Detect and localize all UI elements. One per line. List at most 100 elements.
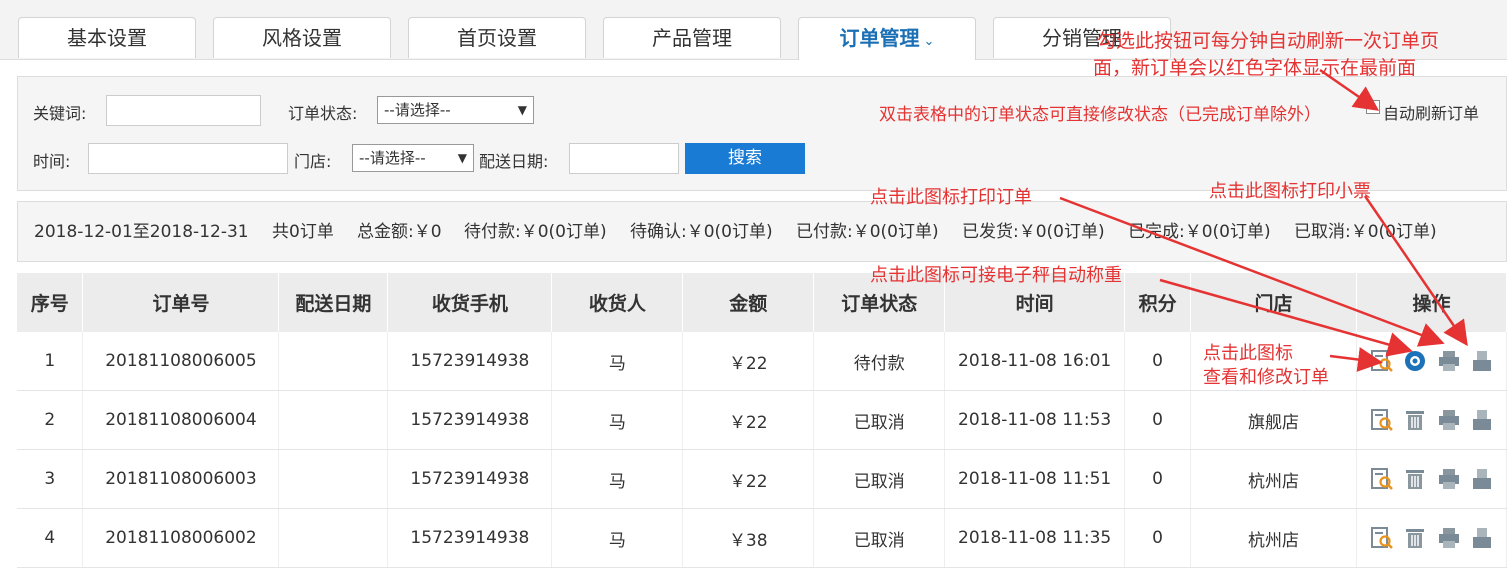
cell-status[interactable]: 已取消 bbox=[813, 449, 946, 509]
table-row[interactable]: 3 20181108006003 15723914938 马 ￥22 已取消 2… bbox=[17, 449, 1507, 509]
order-status-select[interactable]: --请选择-- ▼ bbox=[377, 96, 534, 124]
cell-time: 2018-11-08 11:53 bbox=[944, 390, 1126, 450]
tab-order-management[interactable]: 订单管理 ⌄ bbox=[798, 17, 976, 60]
view-edit-icon[interactable] bbox=[1370, 526, 1394, 550]
auto-refresh-checkbox[interactable] bbox=[1366, 100, 1380, 114]
print-ticket-icon[interactable] bbox=[1470, 408, 1494, 432]
cell-receiver: 马 bbox=[551, 332, 684, 391]
annotation-view-1: 点击此图标 bbox=[1203, 343, 1293, 364]
view-edit-icon[interactable] bbox=[1370, 467, 1394, 491]
view-edit-icon[interactable] bbox=[1370, 408, 1394, 432]
cell-time: 2018-11-08 11:35 bbox=[944, 508, 1126, 568]
cell-store: 杭州店 bbox=[1190, 449, 1357, 509]
cell-order-no: 20181108006002 bbox=[82, 508, 280, 568]
cell-receiver: 马 bbox=[551, 390, 684, 450]
cell-points: 0 bbox=[1124, 390, 1192, 450]
cell-time: 2018-11-08 11:51 bbox=[944, 449, 1126, 509]
keyword-label: 关键词: bbox=[33, 104, 87, 123]
cell-order-no: 20181108006003 bbox=[82, 449, 280, 509]
stats-paid: 已付款:￥0(0订单) bbox=[796, 222, 939, 242]
cell-delivery-date bbox=[278, 332, 389, 391]
header-delivery-date[interactable]: 配送日期 bbox=[278, 273, 389, 332]
header-store[interactable]: 门店 bbox=[1190, 273, 1357, 332]
orders-table: 序号 订单号 配送日期 收货手机 收货人 金额 订单状态 时间 积分 门店 操作… bbox=[17, 273, 1507, 568]
cell-actions bbox=[1356, 390, 1507, 450]
annotation-print-ticket: 点击此图标打印小票 bbox=[1209, 181, 1371, 202]
time-label: 时间: bbox=[33, 152, 71, 171]
delivery-date-input[interactable] bbox=[569, 143, 679, 174]
cell-status[interactable]: 已取消 bbox=[813, 508, 946, 568]
header-receiver[interactable]: 收货人 bbox=[551, 273, 684, 332]
stats-shipped: 已发货:￥0(0订单) bbox=[962, 222, 1105, 242]
cell-points: 0 bbox=[1124, 508, 1192, 568]
table-header-row: 序号 订单号 配送日期 收货手机 收货人 金额 订单状态 时间 积分 门店 操作 bbox=[17, 273, 1507, 332]
cell-phone: 15723914938 bbox=[387, 449, 553, 509]
annotation-scale: 点击此图标可接电子秤自动称重 bbox=[870, 265, 1122, 286]
print-order-icon[interactable] bbox=[1437, 526, 1461, 550]
cell-no: 4 bbox=[17, 508, 84, 568]
trash-icon[interactable] bbox=[1403, 526, 1427, 550]
cell-status[interactable]: 已取消 bbox=[813, 390, 946, 450]
cell-amount: ￥22 bbox=[682, 449, 815, 509]
cell-points: 0 bbox=[1124, 332, 1192, 391]
cell-delivery-date bbox=[278, 449, 389, 509]
cell-points: 0 bbox=[1124, 449, 1192, 509]
header-points[interactable]: 积分 bbox=[1124, 273, 1192, 332]
trash-icon[interactable] bbox=[1403, 467, 1427, 491]
table-row[interactable]: 4 20181108006002 15723914938 马 ￥38 已取消 2… bbox=[17, 508, 1507, 568]
annotation-view-2: 查看和修改订单 bbox=[1203, 367, 1329, 388]
trash-icon[interactable] bbox=[1403, 408, 1427, 432]
cell-amount: ￥22 bbox=[682, 390, 815, 450]
store-label: 门店: bbox=[294, 152, 332, 171]
annotation-print-order: 点击此图标打印订单 bbox=[870, 187, 1032, 208]
print-order-icon[interactable] bbox=[1437, 349, 1461, 373]
cell-actions bbox=[1356, 332, 1507, 391]
view-edit-icon[interactable] bbox=[1370, 349, 1394, 373]
cell-phone: 15723914938 bbox=[387, 390, 553, 450]
stats-pending-pay: 待付款:￥0(0订单) bbox=[464, 222, 607, 242]
cell-order-no: 20181108006005 bbox=[82, 332, 280, 391]
annotation-auto-refresh-1: 勾选此按钮可每分钟自动刷新一次订单页 bbox=[1097, 30, 1440, 52]
tab-product-management[interactable]: 产品管理 bbox=[603, 17, 781, 58]
cell-amount: ￥38 bbox=[682, 508, 815, 568]
tab-style-settings[interactable]: 风格设置 bbox=[213, 17, 391, 58]
tab-order-label: 订单管理 bbox=[839, 26, 920, 50]
time-input[interactable] bbox=[88, 143, 288, 174]
dropdown-arrow-icon: ▼ bbox=[517, 103, 527, 117]
store-select[interactable]: --请选择-- ▼ bbox=[352, 144, 474, 172]
cell-phone: 15723914938 bbox=[387, 332, 553, 391]
stats-count: 共0订单 bbox=[272, 222, 334, 242]
print-ticket-icon[interactable] bbox=[1470, 349, 1494, 373]
header-amount[interactable]: 金额 bbox=[682, 273, 815, 332]
print-ticket-icon[interactable] bbox=[1470, 526, 1494, 550]
order-status-value: --请选择-- bbox=[384, 101, 451, 119]
tab-home-settings[interactable]: 首页设置 bbox=[408, 17, 586, 58]
stats-total: 总金额:￥0 bbox=[357, 222, 442, 242]
cell-receiver: 马 bbox=[551, 508, 684, 568]
cell-phone: 15723914938 bbox=[387, 508, 553, 568]
header-phone[interactable]: 收货手机 bbox=[387, 273, 553, 332]
print-order-icon[interactable] bbox=[1437, 408, 1461, 432]
auto-refresh-label: 自动刷新订单 bbox=[1383, 104, 1480, 123]
keyword-input[interactable] bbox=[106, 95, 261, 126]
cell-actions bbox=[1356, 508, 1507, 568]
table-row[interactable]: 2 20181108006004 15723914938 马 ￥22 已取消 2… bbox=[17, 390, 1507, 450]
header-order-no[interactable]: 订单号 bbox=[82, 273, 280, 332]
stats-pending-confirm: 待确认:￥0(0订单) bbox=[630, 222, 773, 242]
cell-time: 2018-11-08 16:01 bbox=[944, 332, 1126, 391]
search-button[interactable]: 搜索 bbox=[685, 143, 805, 174]
scale-icon[interactable] bbox=[1403, 349, 1427, 373]
tab-basic-settings[interactable]: 基本设置 bbox=[18, 17, 196, 58]
header-actions: 操作 bbox=[1356, 273, 1507, 332]
cell-status[interactable]: 待付款 bbox=[813, 332, 946, 391]
print-order-icon[interactable] bbox=[1437, 467, 1461, 491]
stats-done: 已完成:￥0(0订单) bbox=[1128, 222, 1271, 242]
header-no[interactable]: 序号 bbox=[17, 273, 84, 332]
dropdown-arrow-icon: ▼ bbox=[457, 151, 467, 165]
cell-no: 1 bbox=[17, 332, 84, 391]
print-ticket-icon[interactable] bbox=[1470, 467, 1494, 491]
stats-range: 2018-12-01至2018-12-31 bbox=[34, 222, 249, 242]
stats-bar: 2018-12-01至2018-12-31 共0订单 总金额:￥0 待付款:￥0… bbox=[17, 201, 1507, 262]
cell-store: 旗舰店 bbox=[1190, 390, 1357, 450]
cell-receiver: 马 bbox=[551, 449, 684, 509]
